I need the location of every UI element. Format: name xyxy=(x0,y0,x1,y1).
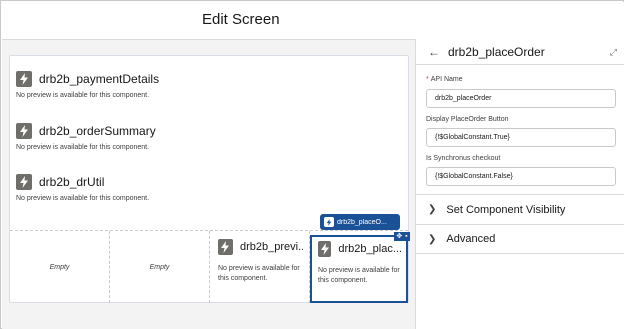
lightning-icon xyxy=(318,241,332,257)
component-note: No preview is available for this compone… xyxy=(16,144,150,151)
lightning-icon xyxy=(218,239,233,255)
selected-component-tag[interactable]: drb2b_placeO... xyxy=(320,214,400,230)
required-mark: * xyxy=(426,76,429,83)
component-dr-util[interactable]: drb2b_drUtil No preview is available for… xyxy=(16,173,396,202)
component-note: No preview is available for this compone… xyxy=(16,195,150,202)
properties-panel: ← drb2b_placeOrder ⤢ * API Name drb2b_pla… xyxy=(415,39,624,329)
component-toolbar: ✥ ▪ xyxy=(394,232,410,241)
sync-checkout-input[interactable]: {!$GlobalConstant.False} xyxy=(426,167,616,186)
empty-label: Empty xyxy=(149,263,170,271)
component-note: No preview is available for this compone… xyxy=(218,265,300,282)
component-note: No preview is available for this compone… xyxy=(16,92,150,99)
header: Edit Screen xyxy=(2,2,624,39)
component-title: drb2b_previ... xyxy=(239,241,303,253)
field-label-display-button: Display PlaceOrder Button xyxy=(426,116,509,123)
expand-icon[interactable]: ⤢ xyxy=(610,47,617,58)
panel-title: drb2b_placeOrder xyxy=(448,44,545,59)
back-arrow-icon[interactable]: ← xyxy=(428,45,440,59)
move-icon[interactable]: ✥ xyxy=(396,233,402,240)
column-empty-1[interactable]: Empty xyxy=(10,231,110,303)
selected-tag-label: drb2b_placeO... xyxy=(337,218,387,226)
app-frame: Edit Screen drb2b_paymentDetails No prev… xyxy=(0,0,624,329)
delete-icon[interactable]: ▪ xyxy=(405,233,407,240)
canvas-area: drb2b_paymentDetails No preview is avail… xyxy=(2,39,415,329)
section-label: Advanced xyxy=(446,233,496,245)
chevron-right-icon: ❯ xyxy=(428,233,437,245)
api-name-input[interactable]: drb2b_placeOrder xyxy=(426,89,616,108)
component-place-order-selected[interactable]: drb2b_plac... No preview is available fo… xyxy=(310,235,408,303)
section-advanced[interactable]: ❯ Advanced xyxy=(416,224,624,254)
screen-canvas: drb2b_paymentDetails No preview is avail… xyxy=(9,55,410,303)
field-label-sync-checkout: Is Synchronus checkout xyxy=(426,155,501,162)
display-button-input[interactable]: {!$GlobalConstant.True} xyxy=(426,128,616,147)
column-empty-2[interactable]: Empty xyxy=(110,231,210,303)
component-title: drb2b_plac... xyxy=(338,243,402,255)
component-order-summary[interactable]: drb2b_orderSummary No preview is availab… xyxy=(16,122,396,151)
empty-label: Empty xyxy=(49,263,70,271)
panel-header: ← drb2b_placeOrder ⤢ xyxy=(416,39,624,65)
lightning-icon xyxy=(324,217,334,227)
lightning-icon xyxy=(16,174,32,190)
lightning-icon xyxy=(16,71,32,87)
component-payment-details[interactable]: drb2b_paymentDetails No preview is avail… xyxy=(16,70,396,99)
component-title: drb2b_paymentDetails xyxy=(39,72,160,86)
component-title: drb2b_orderSummary xyxy=(39,124,156,138)
field-label-api-name: * API Name xyxy=(426,76,463,83)
chevron-right-icon: ❯ xyxy=(428,204,437,215)
lightning-icon xyxy=(16,123,32,139)
component-title: drb2b_drUtil xyxy=(39,175,105,189)
component-preview[interactable]: drb2b_previ... No preview is available f… xyxy=(210,231,310,303)
component-note: No preview is available for this compone… xyxy=(318,267,400,284)
section-component-visibility[interactable]: ❯ Set Component Visibility xyxy=(416,194,624,224)
section-label: Set Component Visibility xyxy=(446,203,566,216)
page-title: Edit Screen xyxy=(202,11,280,28)
